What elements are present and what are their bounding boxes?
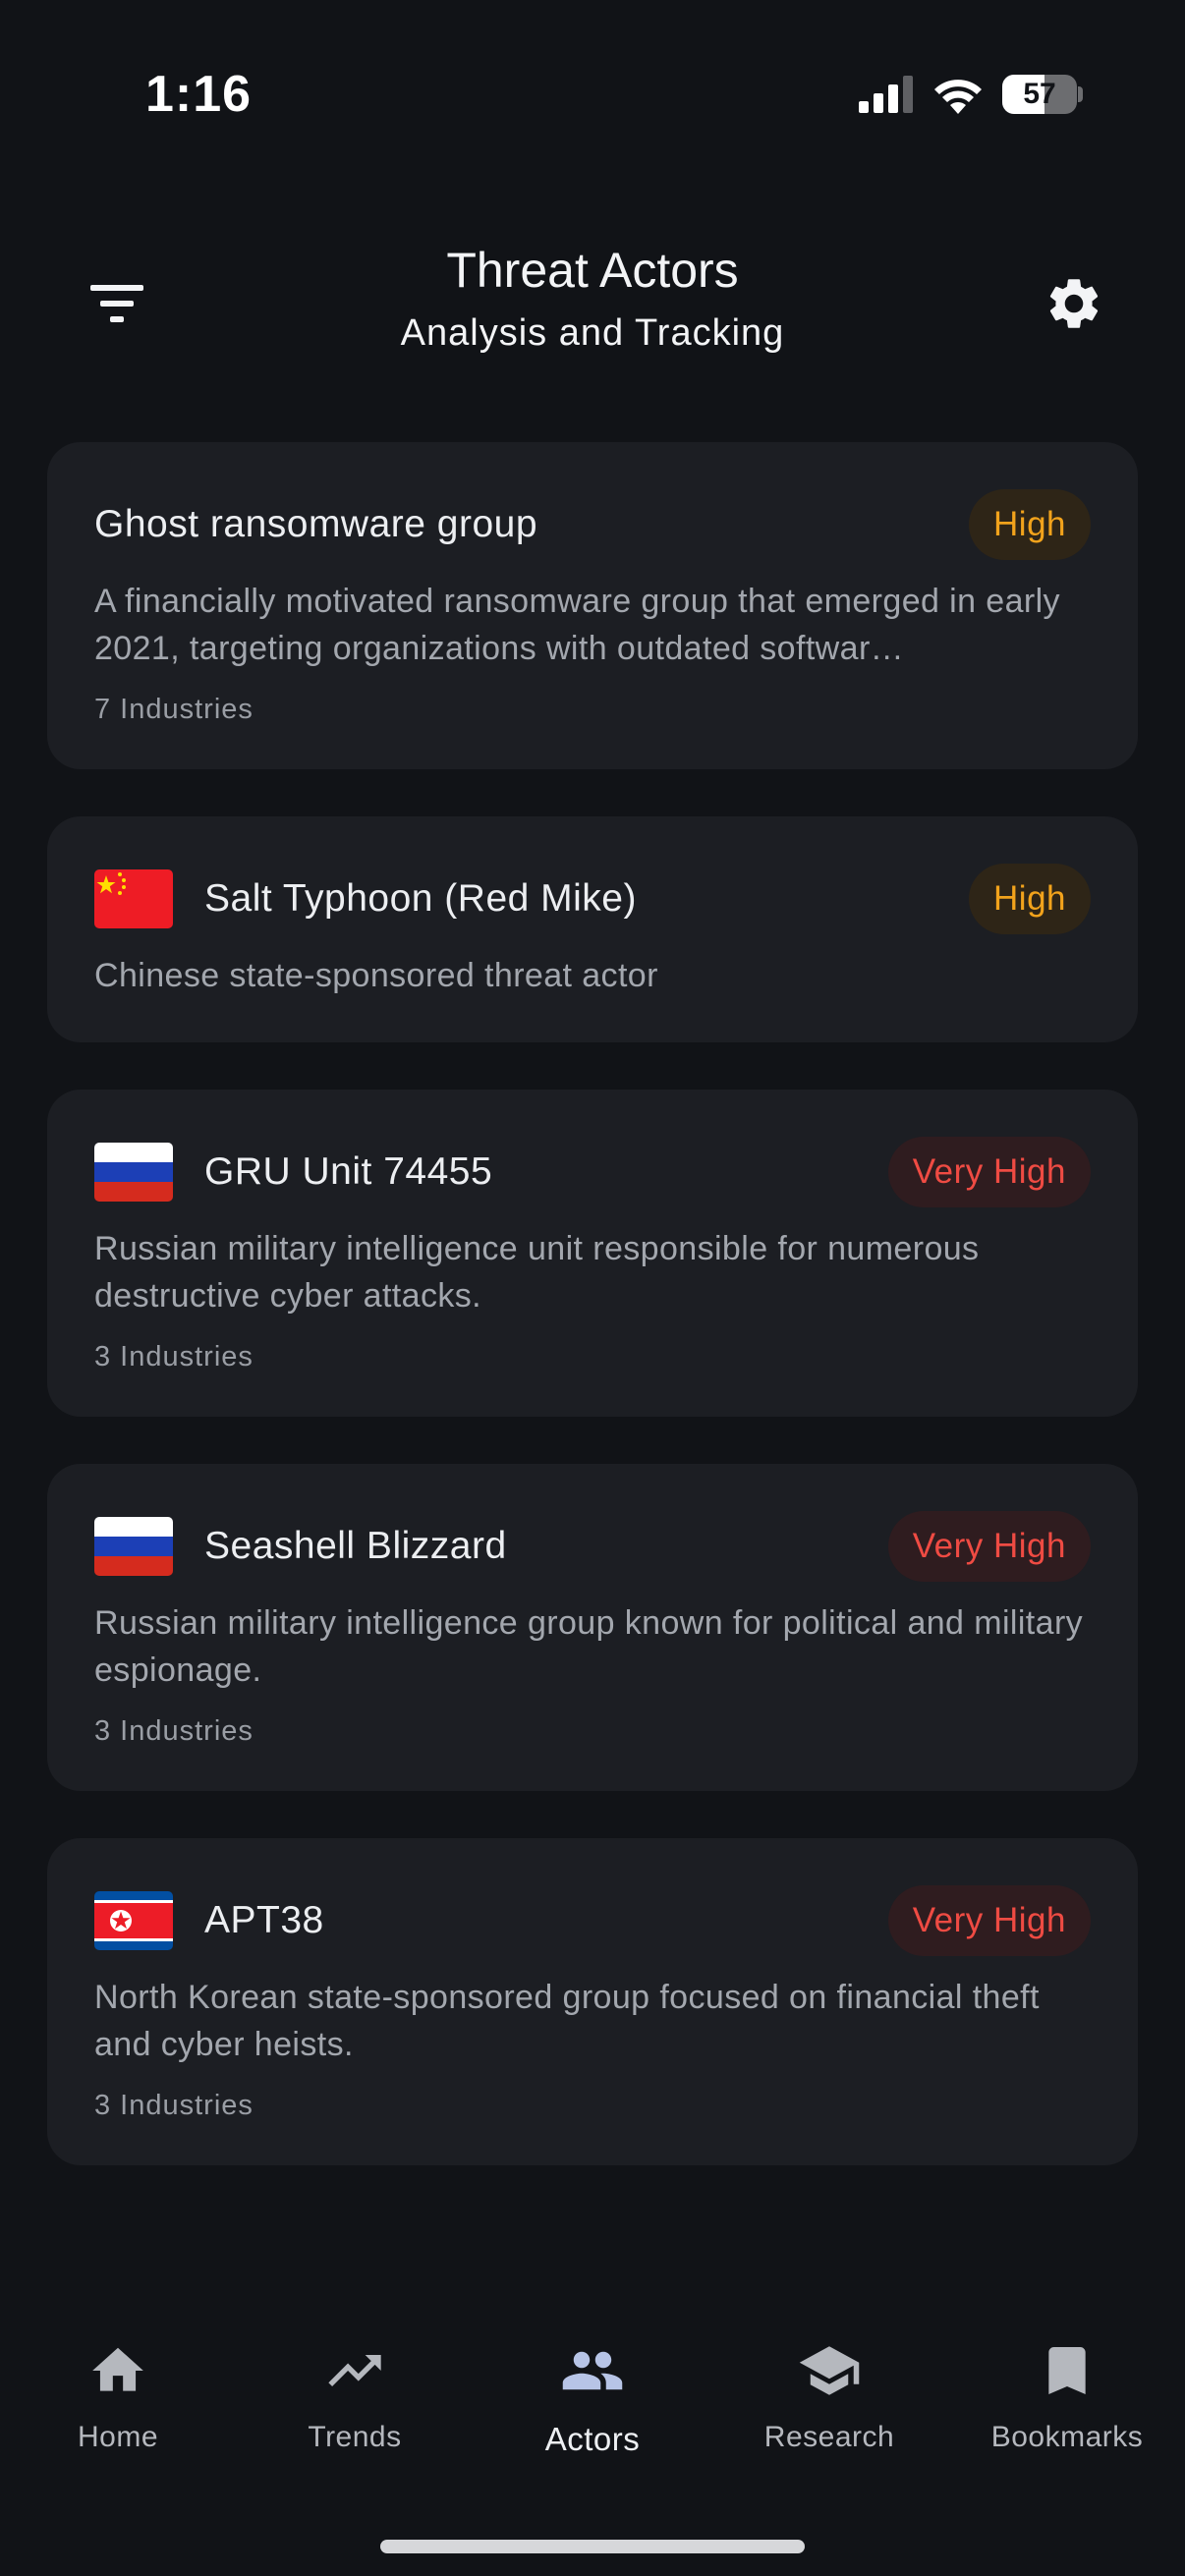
bottom-nav: Home Trends Actors Research Bookmarks [0, 2309, 1185, 2576]
industries-count: 3 Industries [94, 1715, 254, 1747]
industries-count: 7 Industries [94, 694, 254, 725]
threat-actor-card[interactable]: Ghost ransomware group High A financiall… [47, 442, 1138, 769]
threat-actor-card[interactable]: GRU Unit 74455 Very High Russian militar… [47, 1090, 1138, 1417]
status-bar: 1:16 57 [0, 0, 1185, 187]
actor-description: Russian military intelligence group know… [94, 1604, 1084, 1689]
industries-count: 3 Industries [94, 1341, 254, 1372]
nav-item-home[interactable]: Home [0, 2338, 236, 2495]
gear-icon [1049, 279, 1099, 328]
nav-item-trends[interactable]: Trends [237, 2338, 473, 2495]
actor-name: Salt Typhoon (Red Mike) [204, 877, 637, 920]
status-icons: 57 [859, 75, 1083, 114]
actor-description: Chinese state-sponsored threat actor [94, 957, 658, 994]
signal-icon [859, 76, 913, 113]
risk-badge: Very High [887, 1137, 1091, 1207]
actor-name: Seashell Blizzard [204, 1525, 507, 1567]
actor-name: APT38 [204, 1899, 324, 1941]
risk-badge: Very High [887, 1511, 1091, 1582]
nav-item-bookmarks[interactable]: Bookmarks [949, 2338, 1185, 2495]
graduation-cap-icon [799, 2346, 860, 2395]
people-icon [562, 2351, 623, 2390]
risk-badge: Very High [887, 1885, 1091, 1956]
nav-label: Trends [308, 2421, 402, 2453]
nav-item-research[interactable]: Research [711, 2338, 947, 2495]
battery-level: 57 [1023, 78, 1056, 110]
threat-actor-card[interactable]: Salt Typhoon (Red Mike) High Chinese sta… [47, 816, 1138, 1042]
industries-count: 3 Industries [94, 2090, 254, 2121]
russia-flag-icon [94, 1517, 173, 1576]
threat-actor-list: Ghost ransomware group High A financiall… [47, 442, 1138, 2212]
status-time: 1:16 [145, 66, 253, 123]
home-icon [92, 2347, 143, 2391]
actor-description: A financially motivated ransomware group… [94, 583, 1060, 667]
bookmark-icon [1048, 2347, 1086, 2394]
china-flag-icon [94, 869, 173, 928]
nav-label: Bookmarks [990, 2421, 1144, 2453]
risk-badge: High [969, 489, 1091, 560]
settings-button[interactable] [1032, 261, 1116, 346]
header: Threat Actors Analysis and Tracking [0, 226, 1185, 373]
actor-name: GRU Unit 74455 [204, 1150, 493, 1193]
nav-label: Home [77, 2421, 159, 2453]
actor-name: Ghost ransomware group [94, 503, 538, 545]
page-subtitle: Analysis and Tracking [400, 312, 785, 354]
risk-badge: High [969, 864, 1091, 934]
page-title: Threat Actors [446, 243, 739, 298]
russia-flag-icon [94, 1143, 173, 1202]
nav-item-actors[interactable]: Actors [475, 2338, 710, 2495]
nav-label: Actors [544, 2421, 641, 2457]
home-indicator[interactable] [380, 2540, 805, 2553]
nav-label: Research [763, 2421, 895, 2453]
actor-description: North Korean state-sponsored group focus… [94, 1979, 1040, 2063]
wifi-icon [934, 80, 982, 114]
threat-actor-card[interactable]: APT38 Very High North Korean state-spons… [47, 1838, 1138, 2165]
actor-description: Russian military intelligence unit respo… [94, 1230, 980, 1315]
trending-up-icon [328, 2355, 381, 2386]
threat-actor-card[interactable]: Seashell Blizzard Very High Russian mili… [47, 1464, 1138, 1791]
battery-icon: 57 [1002, 75, 1083, 114]
north-korea-flag-icon [94, 1891, 173, 1950]
